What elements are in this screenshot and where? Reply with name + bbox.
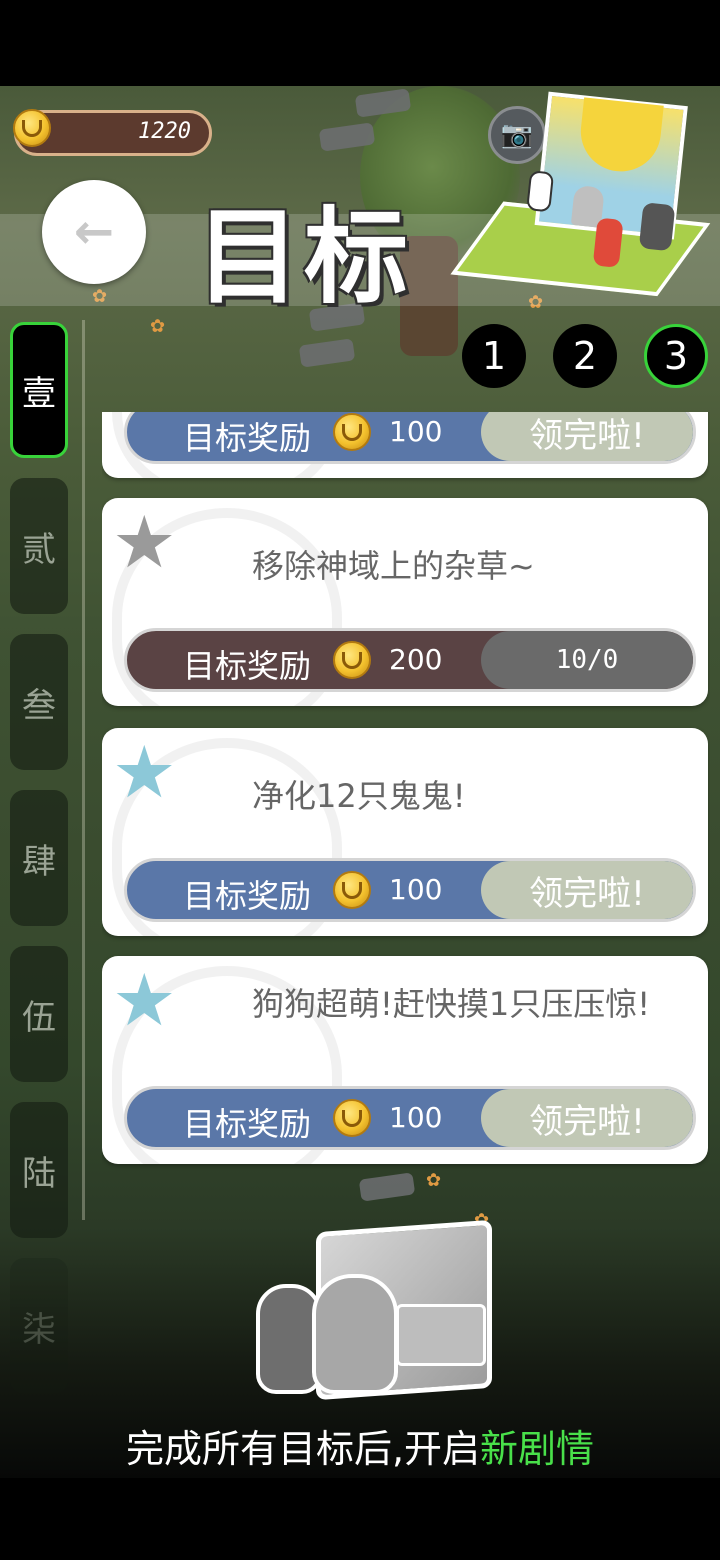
reward-amount: 100: [389, 1101, 443, 1134]
reward-bar: 目标奖励 100 领完啦!: [124, 412, 696, 464]
reward-amount: 100: [389, 873, 443, 906]
reward-label: 目标奖励: [183, 419, 312, 457]
stepping-stone: [358, 1172, 416, 1202]
goal-card: ★ 狗狗超萌!赶快摸1只压压惊! 目标奖励 100 领完啦!: [102, 956, 708, 1164]
level-button-1[interactable]: 1: [462, 324, 526, 388]
coin-icon: [333, 871, 371, 909]
status-bar-area: [0, 0, 720, 86]
leaf-decoration: ✿: [150, 316, 166, 337]
back-button[interactable]: ←: [42, 180, 146, 284]
claim-button[interactable]: 领完啦!: [481, 1089, 693, 1147]
reward-amount: 200: [389, 643, 443, 676]
page-title: 目标: [196, 196, 413, 318]
leaf-decoration: ✿: [426, 1170, 442, 1191]
reward-bar: 目标奖励 200 10/0: [124, 628, 696, 692]
reward-bar: 目标奖励 100 领完啦!: [124, 858, 696, 922]
navigation-bar-area: [0, 1478, 720, 1560]
goal-list[interactable]: 目标奖励 100 领完啦! ★ 移除神域上的杂草~ 目标奖励 200 10/0 …: [102, 412, 710, 1172]
claim-button[interactable]: 领完啦!: [481, 861, 693, 919]
chapter-tab-2[interactable]: 贰: [10, 478, 68, 614]
goal-card: 目标奖励 100 领完啦!: [102, 412, 708, 478]
star-icon: ★: [112, 730, 177, 814]
coin-icon: [333, 413, 371, 451]
hint-text: 完成所有目标后,开启: [125, 1427, 481, 1471]
level-button-2[interactable]: 2: [553, 324, 617, 388]
reward-label: 目标奖励: [183, 877, 312, 915]
hint-highlight: 新剧情: [480, 1427, 595, 1471]
goal-description: 狗狗超萌!赶快摸1只压压惊!: [252, 985, 651, 1023]
story-unlock-hint: 完成所有目标后,开启新剧情: [0, 1418, 720, 1473]
coin-icon: [13, 109, 51, 147]
reward-label: 目标奖励: [183, 1105, 312, 1143]
back-arrow-icon: ←: [73, 204, 115, 260]
chapter-tab-1[interactable]: 壹: [10, 322, 68, 458]
sidebar-divider: [82, 320, 85, 1220]
chapter-tab-4[interactable]: 肆: [10, 790, 68, 926]
story-scene-illustration: [450, 86, 711, 310]
chapter-tab-7[interactable]: 柒: [10, 1258, 68, 1394]
goal-card: ★ 净化12只鬼鬼! 目标奖励 100 领完啦!: [102, 728, 708, 936]
star-icon: ★: [112, 500, 177, 584]
coin-icon: [333, 641, 371, 679]
reward-amount: 100: [389, 415, 443, 448]
character-rabbit: [312, 1274, 398, 1394]
progress-counter: 10/0: [481, 631, 693, 689]
claim-button[interactable]: 领完啦!: [481, 412, 693, 461]
coin-icon: [333, 1099, 371, 1137]
chapter-tab-6[interactable]: 陆: [10, 1102, 68, 1238]
reward-bar: 目标奖励 100 领完啦!: [124, 1086, 696, 1150]
chapter-tab-3[interactable]: 叁: [10, 634, 68, 770]
locked-story-cabinet[interactable]: [256, 1214, 504, 1404]
reward-label: 目标奖励: [183, 647, 312, 685]
goal-description: 净化12只鬼鬼!: [252, 777, 466, 815]
drawer: [396, 1304, 486, 1366]
level-button-3[interactable]: 3: [644, 324, 708, 388]
stepping-stone: [298, 338, 356, 368]
coin-amount: 1220: [138, 119, 191, 144]
goal-card: ★ 移除神域上的杂草~ 目标奖励 200 10/0: [102, 498, 708, 706]
goal-description: 移除神域上的杂草~: [252, 547, 535, 585]
coin-counter: 1220: [13, 109, 212, 156]
chapter-tab-5[interactable]: 伍: [10, 946, 68, 1082]
star-icon: ★: [112, 958, 177, 1042]
